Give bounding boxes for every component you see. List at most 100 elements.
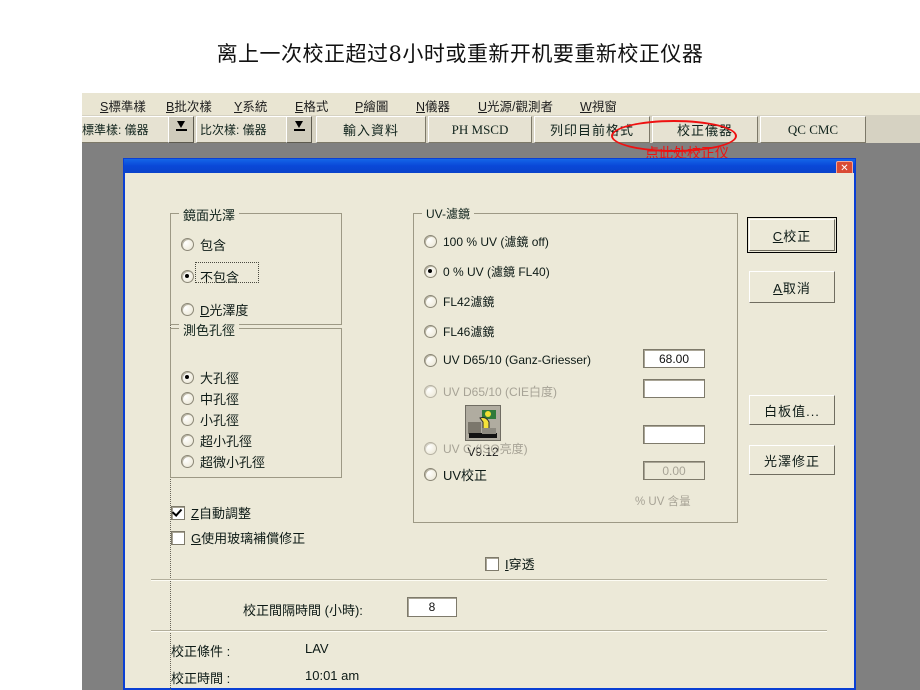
checkbox-indicator	[485, 556, 499, 571]
cancel-button-label: A取消	[773, 280, 811, 296]
separator	[151, 579, 827, 581]
radio-uv-calibration[interactable]: UV校正	[424, 465, 487, 484]
radio-indicator	[424, 385, 437, 398]
uv-filter-group-title: UV-濾鏡	[422, 205, 475, 222]
radio-gloss-value[interactable]: D光澤度	[181, 300, 248, 319]
calibration-condition-label: 校正條件 :	[171, 644, 231, 659]
input-data-button[interactable]: 輸入資料	[316, 116, 426, 143]
radio-uv-100[interactable]: 100 % UV (濾鏡 off)	[424, 233, 549, 250]
menu-item-instrument[interactable]: N儀器	[416, 96, 450, 115]
radio-label: D光澤度	[200, 303, 249, 318]
radio-aperture-medium[interactable]: 中孔徑	[181, 389, 239, 408]
radio-indicator	[181, 303, 194, 316]
checkbox-auto-adjust[interactable]: Z自動調整	[171, 503, 251, 522]
aperture-group-title: 測色孔徑	[179, 320, 240, 339]
radio-label: 大孔徑	[200, 371, 240, 386]
uv-c-iso-value[interactable]	[643, 425, 705, 444]
radio-uv-d65-ganz[interactable]: UV D65/10 (Ganz-Griesser)	[424, 353, 591, 367]
radio-uv-fl42[interactable]: FL42濾鏡	[424, 293, 494, 310]
calibration-interval-label: 校正間隔時間 (小時):	[243, 603, 363, 618]
batch-sample-dropdown-arrow[interactable]	[286, 116, 312, 143]
radio-uv-fl46[interactable]: FL46濾鏡	[424, 323, 494, 340]
uv-d65-ganz-value[interactable]: 68.00	[643, 349, 705, 368]
white-tile-button[interactable]: 白板值...	[749, 395, 835, 425]
uv-calibration-value: 0.00	[643, 461, 705, 480]
standard-sample-combo[interactable]: 標準樣: 儀器	[82, 116, 171, 143]
print-format-button[interactable]: 列印目前格式	[534, 116, 650, 143]
radio-uv-d65-cie: UV D65/10 (CIE白度)	[424, 383, 557, 400]
checkbox-indicator	[171, 505, 185, 520]
checkbox-indicator	[171, 530, 185, 545]
checkbox-glass-compensation[interactable]: G使用玻璃補償修正	[171, 528, 305, 547]
qc-cmc-button[interactable]: QC CMC	[760, 116, 866, 143]
radio-label: 超微小孔徑	[200, 455, 266, 470]
radio-aperture-ultra-small[interactable]: 超小孔徑	[181, 431, 252, 450]
radio-label: FL46濾鏡	[443, 325, 495, 339]
calibration-time-value: 10:01 am	[305, 668, 360, 683]
calibration-dialog: 鏡面光澤 包含 不包含 D光澤度 測色孔徑 大孔徑 中孔徑 小孔徑 超小孔徑 超…	[123, 173, 856, 690]
calibrate-instrument-button[interactable]: 校正儀器	[652, 116, 758, 143]
radio-indicator	[424, 442, 437, 455]
menu-bar: S標準樣 B批次樣 Y系統 E格式 P繪圖 N儀器 U光源/觀測者 W視窗	[82, 93, 920, 116]
checkbox-label: Z自動調整	[191, 506, 251, 521]
separator-2	[151, 630, 827, 632]
radio-label: 小孔徑	[200, 413, 240, 428]
menu-item-batch[interactable]: B批次樣	[166, 96, 212, 115]
radio-indicator	[181, 392, 194, 405]
radio-label: UV D65/10 (Ganz-Griesser)	[443, 353, 592, 367]
toolbar: 標準樣: 儀器 比次樣: 儀器 輸入資料 PH MSCD 列印目前格式 校正儀器…	[82, 115, 920, 143]
standard-sample-dropdown-arrow[interactable]	[168, 116, 194, 143]
radio-aperture-ultra-micro[interactable]: 超微小孔徑	[181, 452, 265, 471]
checkbox-label: G使用玻璃補償修正	[191, 531, 306, 546]
radio-indicator	[181, 455, 194, 468]
radio-label: 0 % UV (濾鏡 FL40)	[443, 265, 550, 279]
calibrate-button[interactable]: C校正	[747, 217, 837, 253]
radio-gloss-include[interactable]: 包含	[181, 235, 226, 254]
radio-label: 不包含	[200, 270, 240, 285]
gloss-correction-button[interactable]: 光澤修正	[749, 445, 835, 475]
radio-aperture-large[interactable]: 大孔徑	[181, 368, 239, 387]
menu-item-window[interactable]: W視窗	[580, 96, 617, 115]
radio-indicator	[424, 325, 437, 338]
calibration-condition-value: LAV	[305, 641, 329, 656]
radio-label: UV C (ISO亮度)	[443, 442, 528, 456]
radio-indicator	[181, 238, 194, 251]
uv-d65-cie-value[interactable]	[643, 379, 705, 398]
calibrate-button-label: C校正	[772, 228, 812, 244]
radio-indicator	[424, 295, 437, 308]
page-title: 离上一次校正超过8小时或重新开机要重新校正仪器	[216, 42, 704, 66]
radio-gloss-exclude[interactable]: 不包含	[181, 267, 239, 286]
menu-item-format[interactable]: E格式	[295, 96, 328, 115]
radio-indicator	[424, 265, 437, 278]
radio-indicator	[424, 468, 437, 481]
radio-indicator	[424, 353, 437, 367]
radio-label: UV校正	[443, 468, 488, 483]
radio-label: 中孔徑	[200, 392, 240, 407]
gloss-group-title: 鏡面光澤	[179, 205, 240, 224]
radio-label: 包含	[200, 238, 227, 253]
radio-aperture-small[interactable]: 小孔徑	[181, 410, 239, 429]
radio-label: 100 % UV (濾鏡 off)	[443, 235, 549, 249]
uv-content-unit-label: % UV 含量	[635, 496, 691, 508]
ph-mscd-button[interactable]: PH MSCD	[428, 116, 532, 143]
menu-item-illuminant[interactable]: U光源/觀測者	[478, 96, 553, 115]
cancel-button[interactable]: A取消	[749, 271, 835, 303]
radio-indicator	[181, 371, 194, 384]
checkbox-transmission[interactable]: I穿透	[485, 554, 535, 573]
menu-item-system[interactable]: Y系統	[234, 96, 267, 115]
checkbox-label: I穿透	[505, 557, 535, 572]
radio-label: UV D65/10 (CIE白度)	[443, 385, 558, 399]
radio-indicator	[181, 434, 194, 447]
radio-label: FL42濾鏡	[443, 295, 495, 309]
radio-label: 超小孔徑	[200, 434, 253, 449]
radio-uv-0[interactable]: 0 % UV (濾鏡 FL40)	[424, 263, 550, 280]
menu-item-plot[interactable]: P繪圖	[355, 96, 388, 115]
calibration-interval-input[interactable]: 8	[407, 597, 457, 617]
batch-sample-combo[interactable]: 比次樣: 儀器	[196, 116, 289, 143]
radio-indicator	[181, 270, 194, 283]
radio-uv-c-iso: UV C (ISO亮度)	[424, 440, 528, 457]
radio-indicator	[181, 413, 194, 426]
radio-indicator	[424, 235, 437, 248]
calibration-time-label: 校正時間 :	[171, 671, 231, 686]
menu-item-standard[interactable]: S標準樣	[100, 96, 146, 115]
